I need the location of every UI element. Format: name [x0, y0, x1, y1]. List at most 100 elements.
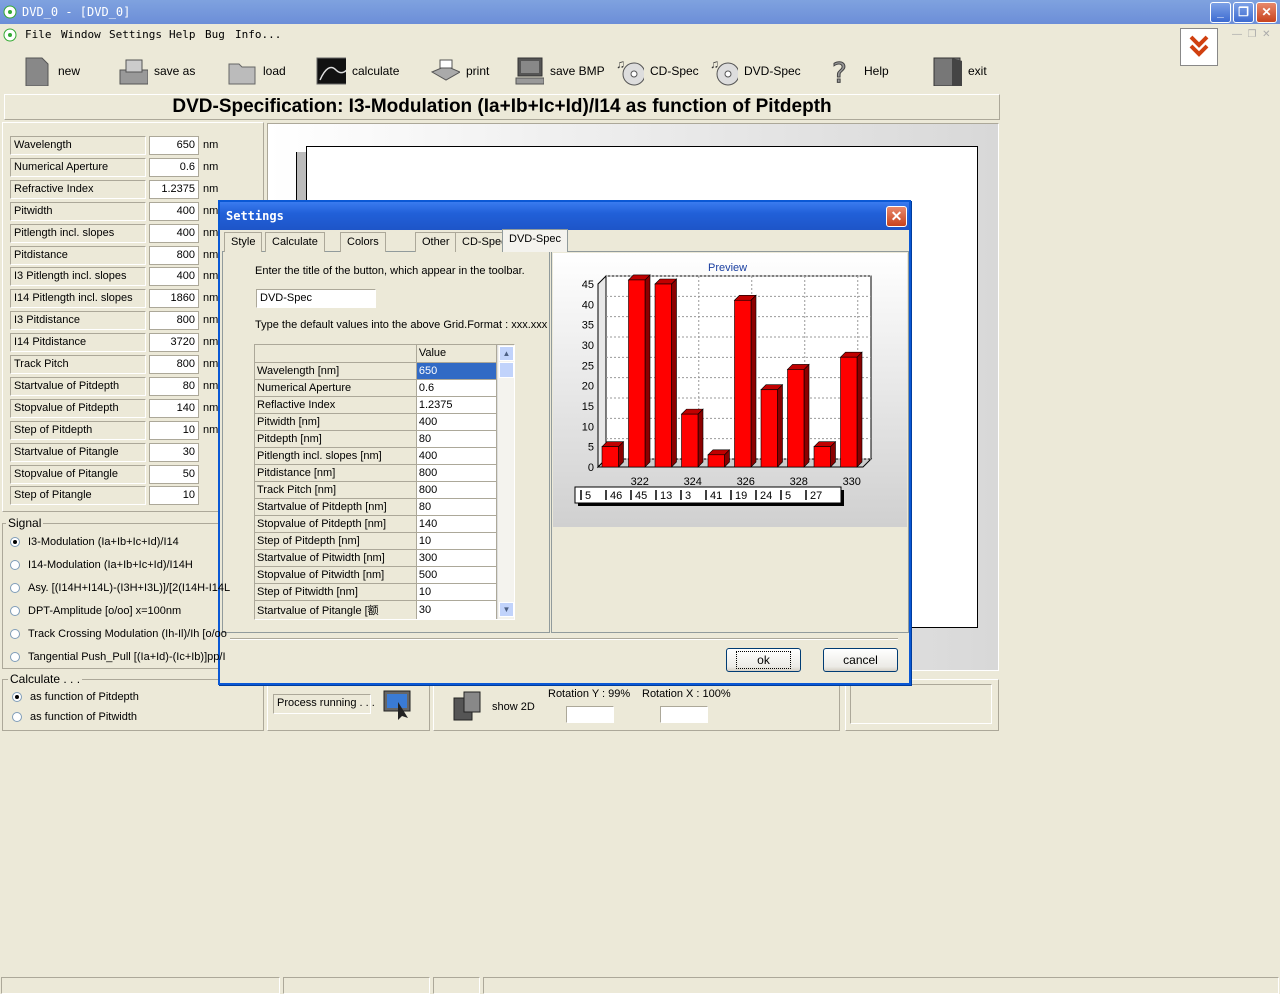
- defaults-grid[interactable]: Value Wavelength [nm] 650 Numerical Apertu…: [254, 344, 515, 620]
- grid-row-value[interactable]: 10: [416, 532, 498, 550]
- calculate-option[interactable]: as function of Pitwidth: [12, 709, 137, 725]
- grid-row-value[interactable]: 800: [416, 464, 498, 482]
- param-value-input[interactable]: 10: [149, 420, 199, 440]
- radio-button[interactable]: [12, 712, 22, 722]
- button-title-input[interactable]: DVD-Spec: [256, 289, 376, 308]
- grid-row: Stopvalue of Pitwidth [nm] 500: [255, 566, 498, 584]
- calculate-option[interactable]: as function of Pitdepth: [12, 689, 139, 705]
- param-value-input[interactable]: 1.2375: [149, 179, 199, 199]
- scroll-thumb[interactable]: [499, 362, 514, 378]
- grid-row-value[interactable]: 400: [416, 447, 498, 465]
- param-value-input[interactable]: 800: [149, 311, 199, 331]
- cd-spec-button[interactable]: ♫ CD-Spec: [614, 54, 699, 88]
- param-label: Pitlength incl. slopes: [10, 223, 146, 243]
- scroll-down-icon[interactable]: ▼: [499, 602, 514, 617]
- param-value-input[interactable]: 50: [149, 464, 199, 484]
- grid-row-value[interactable]: 500: [416, 566, 498, 584]
- tab-colors[interactable]: Colors: [340, 232, 386, 252]
- param-unit: nm: [203, 314, 219, 327]
- param-value-input[interactable]: 400: [149, 201, 199, 221]
- rotation-y-slider[interactable]: [566, 706, 614, 723]
- show-2d-icon[interactable]: [450, 688, 486, 724]
- param-row: Track Pitch 800 nm: [10, 355, 260, 375]
- param-value-input[interactable]: 80: [149, 376, 199, 396]
- grid-row-value[interactable]: 30: [416, 600, 498, 619]
- param-unit: nm: [203, 226, 219, 239]
- exit-button[interactable]: exit: [932, 54, 987, 88]
- grid-scrollbar[interactable]: ▲ ▼: [497, 345, 514, 619]
- param-value-input[interactable]: 0.6: [149, 157, 199, 177]
- computer-icon[interactable]: [380, 688, 416, 724]
- menu-file[interactable]: File: [25, 28, 52, 41]
- rotation-x-slider[interactable]: [660, 706, 708, 723]
- signal-option[interactable]: Track Crossing Modulation (Ih-Il)/Ih [o/…: [10, 626, 227, 642]
- save-as-button[interactable]: save as: [118, 54, 195, 88]
- calculate-option-label: as function of Pitwidth: [30, 711, 138, 723]
- menu-bug[interactable]: Bug: [205, 28, 225, 41]
- menu-help[interactable]: Help: [169, 28, 196, 41]
- grid-row: Wavelength [nm] 650: [255, 362, 498, 380]
- grid-row-value[interactable]: 140: [416, 515, 498, 533]
- param-row: Startvalue of Pitdepth 80 nm: [10, 376, 260, 397]
- signal-option[interactable]: Tangential Push_Pull [(Ia+Id)-(Ic+Ib)]pp…: [10, 649, 226, 665]
- tab-dvd-spec[interactable]: DVD-Spec: [502, 229, 568, 252]
- tab-calculate[interactable]: Calculate: [265, 232, 325, 252]
- signal-option[interactable]: I3-Modulation (Ia+Ib+Ic+Id)/I14: [10, 534, 179, 550]
- menu-settings[interactable]: Settings: [109, 28, 162, 41]
- grid-table: Value Wavelength [nm] 650 Numerical Apertu…: [255, 345, 498, 619]
- param-value-input[interactable]: 30: [149, 442, 199, 462]
- param-unit: nm: [203, 358, 219, 370]
- save-bmp-button[interactable]: save BMP: [514, 54, 605, 88]
- signal-option-label: Asy. [(I14H+I14L)-(I3H+I3L)]/[2(I14H-I14…: [28, 582, 231, 594]
- param-value-input[interactable]: 140: [149, 398, 199, 418]
- calculate-button[interactable]: calculate: [316, 54, 399, 88]
- grid-row-value[interactable]: 10: [416, 583, 498, 601]
- show-2d-label[interactable]: show 2D: [492, 701, 535, 713]
- signal-option[interactable]: DPT-Amplitude [o/oo] x=100nm: [10, 603, 181, 619]
- param-value-input[interactable]: 10: [149, 486, 199, 506]
- cancel-button[interactable]: cancel: [823, 648, 898, 672]
- maximize-button[interactable]: ❐: [1233, 2, 1254, 23]
- param-value-input[interactable]: 800: [149, 355, 199, 374]
- grid-row-value[interactable]: 300: [416, 549, 498, 567]
- param-value-input[interactable]: 1860: [149, 289, 199, 309]
- param-value-input[interactable]: 400: [149, 223, 199, 243]
- signal-option[interactable]: I14-Modulation (Ia+Ib+Ic+Id)/I14H: [10, 557, 193, 573]
- new-button[interactable]: new: [22, 54, 80, 88]
- grid-row-value[interactable]: 650: [416, 362, 498, 380]
- window-titlebar: DVD_0 - [DVD_0] _ ❐ ✕: [0, 0, 1280, 24]
- print-button[interactable]: print: [430, 54, 489, 88]
- grid-row-value[interactable]: 800: [416, 481, 498, 499]
- param-value-input[interactable]: 3720: [149, 333, 199, 353]
- scroll-up-icon[interactable]: ▲: [499, 346, 514, 361]
- grid-row-value[interactable]: 0.6: [416, 379, 498, 397]
- dialog-close-button[interactable]: ✕: [886, 206, 907, 227]
- collapse-toolbar-button[interactable]: [1180, 28, 1218, 66]
- param-value-input[interactable]: 800: [149, 245, 199, 265]
- minimize-button[interactable]: _: [1210, 2, 1231, 23]
- tab-other[interactable]: Other: [415, 232, 457, 252]
- grid-row-value[interactable]: 80: [416, 498, 498, 516]
- radio-button[interactable]: [10, 537, 20, 547]
- radio-button[interactable]: [10, 652, 20, 662]
- radio-button[interactable]: [10, 560, 20, 570]
- help-button[interactable]: ? Help: [828, 54, 889, 88]
- radio-button[interactable]: [10, 583, 20, 593]
- radio-button[interactable]: [12, 692, 22, 702]
- param-value-input[interactable]: 650: [149, 136, 199, 155]
- dvd-spec-button[interactable]: ♫ DVD-Spec: [708, 54, 801, 88]
- signal-option[interactable]: Asy. [(I14H+I14L)-(I3H+I3L)]/[2(I14H-I14…: [10, 580, 230, 596]
- grid-row-value[interactable]: 400: [416, 413, 498, 431]
- status-pane-2: [283, 977, 430, 994]
- menu-info[interactable]: Info...: [235, 28, 281, 41]
- grid-row-value[interactable]: 1.2375: [416, 396, 498, 414]
- radio-button[interactable]: [10, 629, 20, 639]
- load-button[interactable]: load: [227, 54, 286, 88]
- menu-window[interactable]: Window: [61, 28, 101, 41]
- help-icon: ?: [832, 56, 848, 86]
- radio-button[interactable]: [10, 606, 20, 616]
- grid-row-value[interactable]: 80: [416, 430, 498, 448]
- close-button[interactable]: ✕: [1256, 2, 1277, 23]
- param-value-input[interactable]: 400: [149, 267, 199, 287]
- ok-button[interactable]: ok: [726, 648, 801, 672]
